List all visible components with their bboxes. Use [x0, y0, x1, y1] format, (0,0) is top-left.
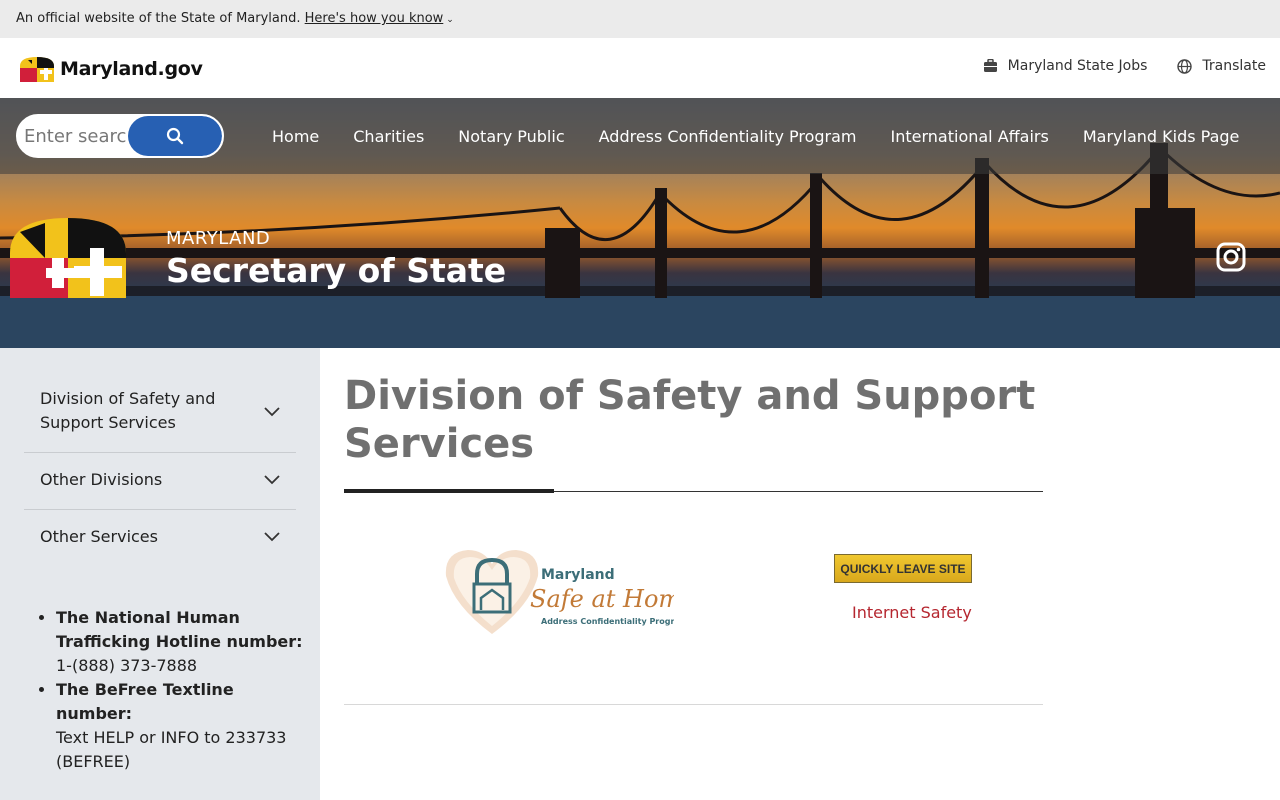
- translate-link[interactable]: Translate: [1177, 58, 1266, 74]
- nav-notary-public[interactable]: Notary Public: [441, 127, 581, 146]
- quickly-leave-site-button[interactable]: QUICKLY LEAVE SITE: [834, 554, 972, 583]
- agency-title: Secretary of State: [166, 251, 507, 290]
- official-banner: An official website of the State of Mary…: [0, 0, 1280, 38]
- maryland-gov-logo[interactable]: Maryland.gov: [16, 54, 203, 84]
- chevron-down-icon: [264, 407, 280, 417]
- nav-home[interactable]: Home: [255, 127, 336, 146]
- search-box: [16, 114, 224, 158]
- chevron-down-icon: [264, 475, 280, 485]
- search-input[interactable]: [18, 116, 128, 156]
- accordion-division-safety[interactable]: Division of Safety and Support Services: [24, 374, 296, 453]
- maryland-flag-emblem: [10, 218, 126, 298]
- state-jobs-label: Maryland State Jobs: [1007, 58, 1148, 74]
- title-accent-bar: [344, 489, 554, 493]
- list-item: The National Human Trafficking Hotline n…: [56, 606, 306, 678]
- nav-international-affairs[interactable]: International Affairs: [874, 127, 1066, 146]
- chevron-down-icon: [264, 532, 280, 542]
- agency-state: MARYLAND: [166, 228, 271, 249]
- hero-banner: Home Charities Notary Public Address Con…: [0, 98, 1280, 348]
- accordion-other-divisions[interactable]: Other Divisions: [24, 453, 296, 510]
- briefcase-icon: [983, 59, 997, 72]
- accordion-label: Other Services: [40, 527, 158, 546]
- nav-menu: Home Charities Notary Public Address Con…: [255, 98, 1256, 174]
- search-icon: [166, 127, 184, 145]
- page-title: Division of Safety and Support Services: [344, 373, 1036, 467]
- logo-text: Maryland.gov: [60, 58, 203, 80]
- hotline-number: 1-(888) 373-7888: [56, 656, 198, 675]
- header-links: Maryland State Jobs Translate: [983, 58, 1266, 74]
- textline-instructions: Text HELP or INFO to 233733 (BEFREE): [56, 728, 287, 771]
- main-navbar: Home Charities Notary Public Address Con…: [0, 98, 1280, 174]
- sidebar: Division of Safety and Support Services …: [0, 348, 320, 800]
- instagram-icon[interactable]: [1216, 242, 1246, 272]
- hotline-label: The National Human Trafficking Hotline n…: [56, 608, 303, 651]
- safe-logo-line1: Maryland: [541, 567, 615, 583]
- maryland-flag-icon: [20, 57, 54, 82]
- official-banner-text: An official website of the State of Mary…: [16, 11, 301, 26]
- heres-how-you-know-link[interactable]: Here's how you know: [305, 11, 444, 26]
- nav-kids-page[interactable]: Maryland Kids Page: [1066, 127, 1257, 146]
- agency-title-block: MARYLAND Secretary of State: [166, 228, 506, 290]
- safe-at-home-logo[interactable]: Maryland Safe at Home Address Confidenti…: [444, 546, 695, 640]
- safe-logo-line2: Safe at Home: [530, 585, 674, 613]
- accordion-label: Other Divisions: [40, 470, 163, 489]
- nav-address-confidentiality[interactable]: Address Confidentiality Program: [582, 127, 874, 146]
- translate-label: Translate: [1202, 58, 1266, 74]
- accordion-label: Division of Safety and Support Services: [40, 389, 216, 432]
- hotline-info: The National Human Trafficking Hotline n…: [36, 606, 306, 774]
- site-header: Maryland.gov Maryland State Jobs Transla…: [0, 38, 1280, 98]
- content-divider: [344, 704, 1043, 705]
- safe-logo-line3: Address Confidentiality Program: [541, 617, 674, 626]
- textline-label: The BeFree Textline number:: [56, 680, 234, 723]
- internet-safety-link[interactable]: Internet Safety: [852, 603, 972, 622]
- chevron-down-icon[interactable]: ⌄: [446, 15, 454, 25]
- list-item: The BeFree Textline number: Text HELP or …: [56, 678, 306, 774]
- state-jobs-link[interactable]: Maryland State Jobs: [983, 58, 1148, 74]
- search-button[interactable]: [128, 116, 222, 156]
- accordion-other-services[interactable]: Other Services: [24, 510, 296, 567]
- nav-charities[interactable]: Charities: [336, 127, 441, 146]
- globe-icon: [1177, 58, 1193, 74]
